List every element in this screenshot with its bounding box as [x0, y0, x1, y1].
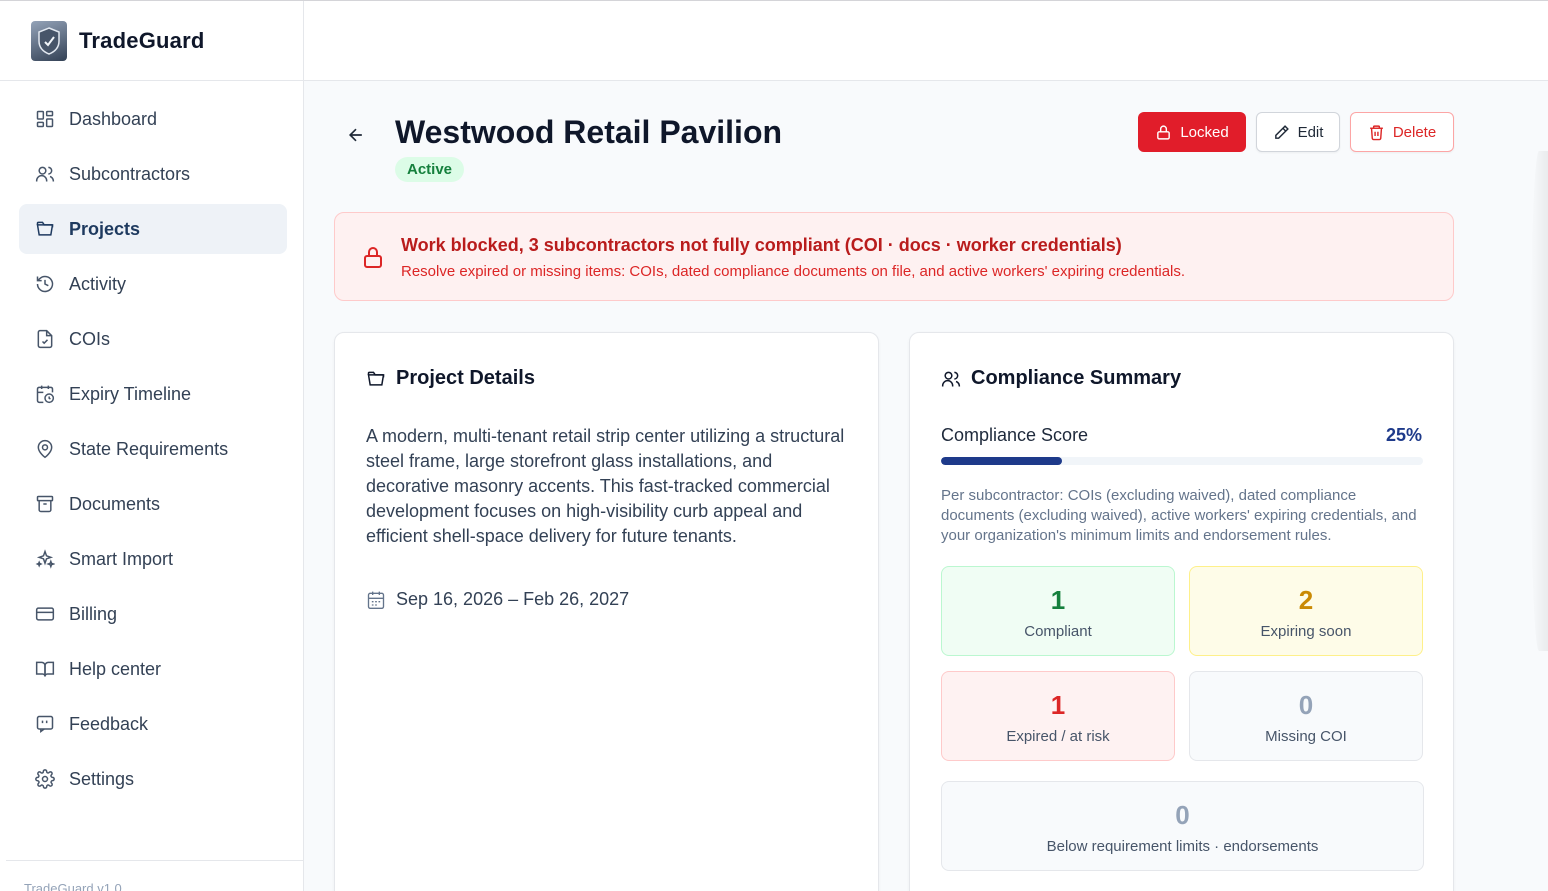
lock-icon — [364, 247, 382, 268]
stat-label: Expired / at risk — [1006, 728, 1110, 745]
page-title: Westwood Retail Pavilion — [395, 114, 783, 150]
card-title: Project Details — [396, 367, 535, 389]
trash-icon — [1369, 124, 1383, 140]
stat-missing-coi[interactable]: 0 Missing COI — [1189, 671, 1423, 761]
stat-value: 0 — [1298, 690, 1314, 720]
sidebar-item-label: Billing — [69, 603, 118, 624]
back-button[interactable] — [344, 123, 368, 147]
sidebar-item-activity[interactable]: Activity — [19, 259, 287, 309]
sparkles-icon — [35, 549, 55, 569]
project-dates: Sep 16, 2026 – Feb 26, 2027 — [366, 589, 629, 610]
stat-label: Expiring soon — [1260, 623, 1352, 640]
sidebar-item-label: Smart Import — [69, 548, 174, 569]
archive-icon — [36, 495, 54, 513]
project-details-card: Project Details A modern, multi-tenant r… — [334, 332, 879, 891]
compliance-progress-bar — [941, 457, 1423, 465]
sidebar-item-dashboard[interactable]: Dashboard — [19, 94, 287, 144]
sidebar: TradeGuard Dashboard Subcontractors Proj… — [0, 1, 304, 891]
work-blocked-alert: Work blocked, 3 subcontractors not fully… — [334, 212, 1454, 301]
sidebar-item-projects[interactable]: Projects — [19, 204, 287, 254]
compliance-score-label: Compliance Score — [941, 425, 1089, 445]
sidebar-item-label: Help center — [69, 658, 162, 679]
card-title: Compliance Summary — [971, 367, 1182, 389]
stat-value: 0 — [1175, 800, 1190, 830]
sidebar-item-settings[interactable]: Settings — [19, 754, 287, 804]
folder-icon — [36, 221, 54, 236]
map-pin-icon — [37, 439, 53, 459]
users-icon — [941, 371, 961, 386]
sidebar-item-label: COIs — [69, 328, 111, 349]
stat-label: Missing COI — [1265, 728, 1347, 745]
sidebar-item-documents[interactable]: Documents — [19, 479, 287, 529]
date-range: Sep 16, 2026 – Feb 26, 2027 — [396, 589, 630, 609]
card-header: Compliance Summary — [941, 367, 1181, 390]
folder-icon — [367, 371, 385, 386]
alert-text: Resolve expired or missing items: COIs, … — [401, 263, 1186, 280]
stat-label: Compliant — [1024, 623, 1092, 640]
stat-value: 1 — [1050, 690, 1066, 720]
credit-card-icon — [35, 607, 55, 621]
stat-value: 1 — [1050, 585, 1066, 615]
message-quote-icon — [36, 715, 54, 733]
sidebar-item-label: State Requirements — [69, 438, 229, 459]
stat-expiring-soon[interactable]: 2 Expiring soon — [1189, 566, 1423, 656]
sidebar-item-label: Projects — [69, 218, 141, 239]
sidebar-item-expiry-timeline[interactable]: Expiry Timeline — [19, 369, 287, 419]
sidebar-item-label: Settings — [69, 768, 135, 789]
lock-icon — [1157, 124, 1171, 140]
sidebar-item-help-center[interactable]: Help center — [19, 644, 287, 694]
sidebar-item-smart-import[interactable]: Smart Import — [19, 534, 287, 584]
calendar-icon — [367, 591, 385, 609]
project-description: A modern, multi-tenant retail strip cent… — [366, 426, 845, 546]
delete-button-label: Delete — [1392, 123, 1437, 141]
compliance-score-value: 25% — [1385, 425, 1422, 445]
version-label: TradeGuard v1.0 — [6, 860, 303, 891]
locked-button-label: Locked — [1180, 123, 1229, 141]
sidebar-item-feedback[interactable]: Feedback — [19, 699, 287, 749]
sidebar-item-cois[interactable]: COIs — [19, 314, 287, 364]
alert-title: Work blocked, 3 subcontractors not fully… — [401, 235, 1122, 255]
stat-value: 2 — [1298, 585, 1314, 615]
sidebar-item-label: Expiry Timeline — [69, 383, 192, 404]
sidebar-nav: Dashboard Subcontractors Projects Activi… — [0, 81, 303, 804]
shield-logo-icon — [31, 20, 67, 61]
compliance-progress-fill — [941, 457, 1062, 465]
edit-button[interactable]: Edit — [1256, 112, 1340, 152]
history-icon — [36, 275, 54, 293]
compliance-note: Per subcontractor: COIs (excluding waive… — [941, 487, 1417, 544]
app-name: TradeGuard — [79, 27, 205, 53]
sidebar-item-label: Subcontractors — [69, 163, 191, 184]
gear-icon — [35, 769, 55, 789]
stat-expired-at-risk[interactable]: 1 Expired / at risk — [941, 671, 1175, 761]
pencil-icon — [1274, 124, 1289, 139]
top-bar — [304, 1, 1548, 81]
sidebar-item-billing[interactable]: Billing — [19, 589, 287, 639]
card-header: Project Details — [366, 367, 535, 390]
stat-below-requirements[interactable]: 0 Below requirement limits · endorsement… — [941, 781, 1424, 871]
sidebar-item-label: Documents — [69, 493, 161, 514]
sidebar-item-subcontractors[interactable]: Subcontractors — [19, 149, 287, 199]
delete-button[interactable]: Delete — [1350, 112, 1454, 152]
stat-compliant[interactable]: 1 Compliant — [941, 566, 1175, 656]
sidebar-item-label: Feedback — [69, 713, 149, 734]
locked-button[interactable]: Locked — [1138, 112, 1246, 152]
sidebar-item-state-requirements[interactable]: State Requirements — [19, 424, 287, 474]
file-check-icon — [37, 329, 53, 349]
sidebar-item-label: Dashboard — [69, 108, 158, 129]
brand[interactable]: TradeGuard — [0, 1, 303, 81]
arrow-left-icon — [348, 128, 362, 142]
users-icon — [35, 166, 55, 182]
status-badge: Active — [395, 157, 465, 182]
dashboard-icon — [36, 110, 54, 128]
compliance-summary-card: Compliance Summary Compliance Score 25% … — [909, 332, 1454, 891]
edit-button-label: Edit — [1297, 123, 1324, 141]
sidebar-item-label: Activity — [69, 273, 127, 294]
calendar-clock-icon — [36, 385, 55, 404]
edge-shadow — [1530, 151, 1548, 651]
book-icon — [35, 661, 55, 677]
stat-label: Below requirement limits · endorsements — [1046, 838, 1319, 855]
